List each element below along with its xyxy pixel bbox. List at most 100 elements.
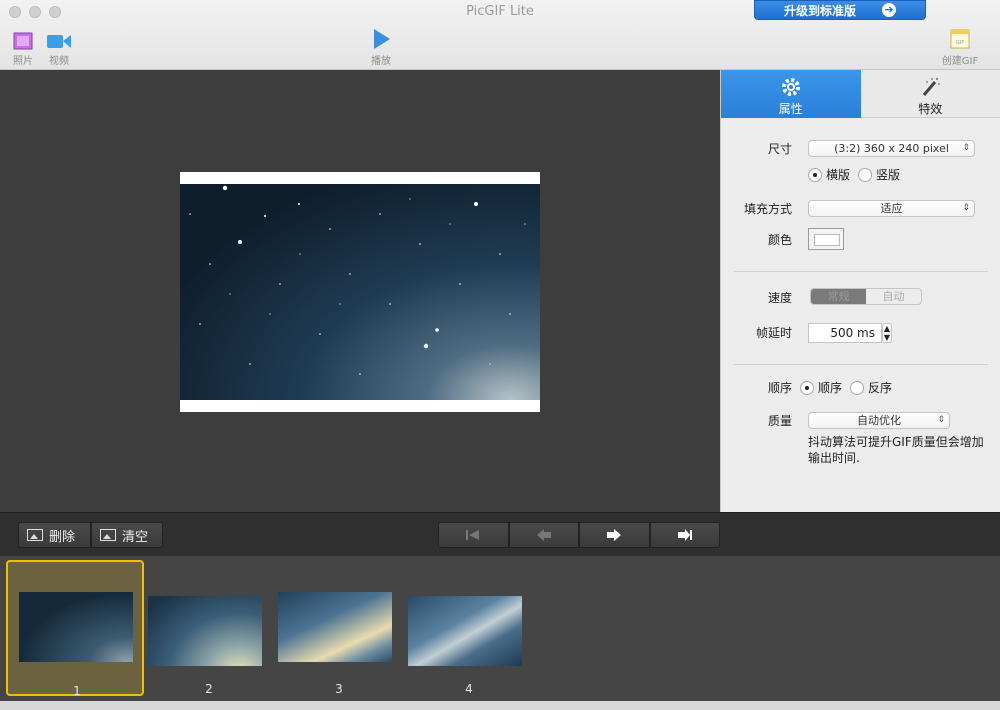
delete-label: 删除 — [49, 529, 76, 545]
first-frame-button[interactable] — [438, 522, 509, 548]
tab-effects-label: 特效 — [918, 102, 943, 116]
preview-canvas — [180, 172, 540, 412]
create-gif-label: 创建GIF — [941, 56, 979, 67]
fill-select[interactable]: 适应 ⇕ — [808, 200, 975, 217]
divider — [734, 364, 988, 365]
clear-label: 清空 — [122, 529, 149, 545]
image-icon — [100, 529, 116, 541]
image-icon — [27, 529, 43, 541]
quality-row: 质量 — [720, 412, 800, 429]
reverse-radio[interactable]: 反序 — [850, 379, 892, 396]
next-frame-button[interactable] — [579, 522, 650, 548]
delete-button[interactable]: 删除 — [18, 522, 91, 548]
arrow-left-icon — [536, 529, 551, 541]
create-gif-icon: GIF — [950, 29, 970, 49]
frame-number: 3 — [335, 682, 343, 696]
title-toolbar: PicGIF Lite 升级到标准版 ➔ 照片 视频 播放 GIF 创建GIF — [0, 0, 1000, 70]
frame-image — [148, 596, 262, 666]
radio-selected-icon — [808, 167, 822, 182]
portrait-label: 竖版 — [876, 168, 901, 182]
skip-start-icon — [466, 530, 480, 540]
delay-label: 帧延时 — [755, 326, 792, 340]
frame-number: 1 — [73, 684, 81, 698]
gif-badge-text: GIF — [956, 40, 964, 46]
delay-input[interactable]: 500 ms — [808, 323, 882, 343]
frame-image — [408, 596, 522, 666]
upgrade-label: 升级到标准版 — [783, 3, 856, 18]
size-select[interactable]: (3:2) 360 x 240 pixel ⇕ — [808, 140, 975, 157]
frame-thumbnail[interactable]: 3 — [270, 560, 408, 696]
landscape-radio[interactable]: 横版 — [808, 166, 850, 183]
tab-effects[interactable]: 特效 — [860, 70, 1000, 118]
skip-end-icon — [677, 529, 692, 541]
portrait-radio[interactable]: 竖版 — [858, 166, 900, 183]
delay-stepper[interactable]: ▲ ▼ — [882, 323, 892, 343]
play-button[interactable]: 播放 — [366, 28, 396, 67]
size-row: 尺寸 — [720, 140, 800, 157]
quality-select[interactable]: 自动优化 ⇕ — [808, 412, 950, 429]
upgrade-button[interactable]: 升级到标准版 ➔ — [754, 0, 926, 20]
starfield-image — [189, 185, 526, 375]
photo-button[interactable]: 照片 — [10, 28, 36, 67]
frame-image — [278, 592, 392, 662]
quality-value: 自动优化 — [857, 414, 901, 427]
window-bottom-edge — [0, 701, 1000, 710]
filmstrip: 1 2 3 4 — [0, 556, 1000, 701]
delay-row: 帧延时 — [720, 324, 800, 341]
control-bar: 删除 清空 — [0, 512, 1000, 556]
frame-thumbnail[interactable]: 4 — [400, 560, 538, 696]
size-value: (3:2) 360 x 240 pixel — [834, 142, 949, 155]
radio-selected-icon — [800, 380, 814, 395]
quality-label: 质量 — [767, 414, 792, 428]
fill-value: 适应 — [880, 202, 903, 215]
preview-area — [0, 70, 720, 512]
frame-thumbnail[interactable]: 1 — [6, 560, 144, 698]
last-frame-button[interactable] — [649, 522, 720, 548]
tab-properties[interactable]: 属性 — [721, 70, 861, 118]
play-icon — [374, 29, 390, 49]
speed-auto-option[interactable]: 自动 — [866, 289, 921, 304]
frame-image — [19, 592, 133, 662]
fill-row: 填充方式 — [720, 200, 800, 217]
panel-tabs: 属性 特效 — [721, 70, 1000, 118]
video-button[interactable]: 视频 — [44, 28, 74, 67]
frame-thumbnail[interactable]: 2 — [140, 560, 278, 696]
landscape-label: 横版 — [826, 168, 851, 182]
arrow-right-icon: ➔ — [882, 3, 896, 17]
frame-navigation — [438, 522, 720, 548]
photo-label: 照片 — [13, 56, 33, 67]
order-row: 顺序 顺序 反序 — [720, 379, 900, 396]
chevron-updown-icon: ⇕ — [962, 203, 970, 213]
tab-properties-label: 属性 — [778, 102, 803, 116]
arrow-right-icon — [607, 529, 622, 541]
radio-unselected-icon — [850, 380, 865, 395]
radio-unselected-icon — [858, 167, 873, 182]
chevron-updown-icon: ⇕ — [962, 143, 970, 153]
gear-icon — [781, 78, 800, 96]
color-label: 颜色 — [767, 233, 792, 247]
preview-image — [180, 184, 540, 400]
speed-segmented-control[interactable]: 常规 自动 — [810, 288, 922, 305]
frame-number: 4 — [465, 682, 473, 696]
speed-label: 速度 — [767, 291, 792, 305]
forward-radio[interactable]: 顺序 — [800, 379, 842, 396]
clear-button[interactable]: 清空 — [91, 522, 163, 548]
fill-label: 填充方式 — [743, 202, 792, 216]
size-label: 尺寸 — [767, 142, 792, 156]
color-swatch[interactable] — [808, 228, 844, 250]
chevron-updown-icon: ⇕ — [937, 415, 945, 425]
video-camera-icon — [47, 35, 71, 48]
video-label: 视频 — [49, 56, 69, 67]
speed-normal-option[interactable]: 常规 — [811, 289, 866, 304]
color-row: 颜色 — [720, 231, 800, 248]
prev-frame-button[interactable] — [508, 522, 579, 548]
reverse-label: 反序 — [868, 381, 893, 395]
forward-label: 顺序 — [818, 381, 843, 395]
magic-wand-icon — [923, 77, 941, 96]
orientation-row: 横版 竖版 — [808, 166, 908, 183]
speed-row: 速度 — [720, 289, 800, 306]
quality-note: 抖动算法可提升GIF质量但会增加输出时间. — [808, 435, 984, 465]
order-label: 顺序 — [767, 381, 792, 395]
photo-icon — [13, 32, 33, 50]
create-gif-button[interactable]: GIF 创建GIF — [938, 28, 982, 67]
